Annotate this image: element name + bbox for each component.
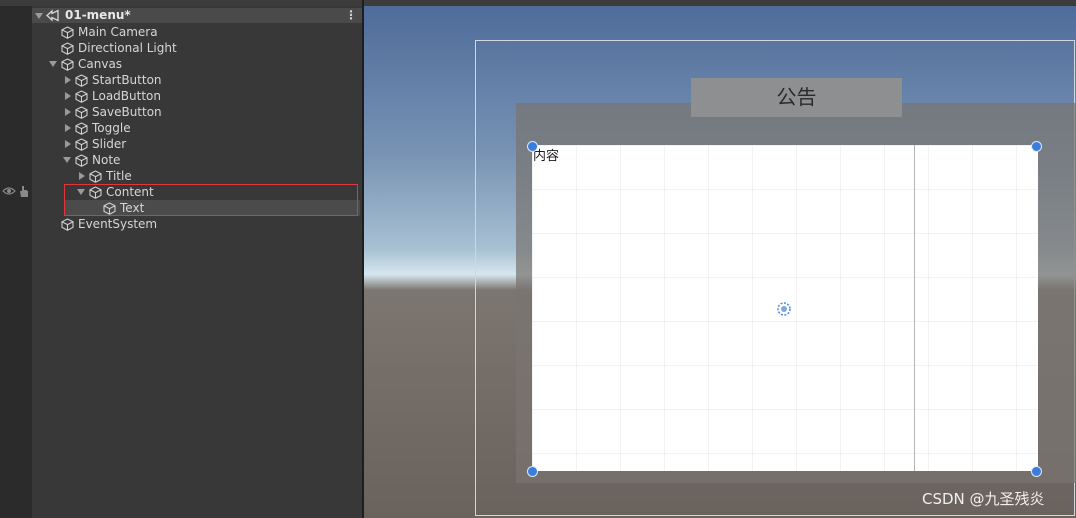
expand-arrow-right-icon[interactable] xyxy=(65,92,71,100)
note-title-text: 公告 xyxy=(776,85,817,109)
watermark: CSDN @九圣残炎 xyxy=(922,490,1045,508)
rect-handle-top-right[interactable] xyxy=(1031,141,1042,152)
content-divider-line xyxy=(914,145,915,471)
expand-arrow-right-icon[interactable] xyxy=(65,108,71,116)
hierarchy-item-label: StartButton xyxy=(92,73,162,87)
expand-arrow-down-icon[interactable] xyxy=(49,61,57,67)
hierarchy-item-eventsystem[interactable]: EventSystem xyxy=(0,216,360,232)
expand-arrow-right-icon[interactable] xyxy=(65,76,71,84)
hierarchy-panel: 01-menu* ⋮ Main Camera Directional Light C… xyxy=(0,0,362,518)
hierarchy-item-label: Main Camera xyxy=(78,25,158,39)
scene-toolbar xyxy=(364,0,1076,6)
rect-handle-bottom-right[interactable] xyxy=(1031,466,1042,477)
hierarchy-item-savebutton[interactable]: SaveButton xyxy=(0,104,360,120)
note-title-box[interactable]: 公告 xyxy=(691,78,902,117)
hierarchy-item-canvas[interactable]: Canvas xyxy=(0,56,360,72)
gameobject-cube-icon xyxy=(61,58,74,71)
hierarchy-item-slider[interactable]: Slider xyxy=(0,136,360,152)
more-options-icon[interactable]: ⋮ xyxy=(345,8,357,23)
rect-handle-bottom-left[interactable] xyxy=(527,466,538,477)
gameobject-cube-icon xyxy=(61,42,74,55)
hierarchy-item-label: Canvas xyxy=(78,57,123,71)
scene-name: 01-menu* xyxy=(65,8,131,22)
gameobject-cube-icon xyxy=(75,90,88,103)
pivot-icon[interactable] xyxy=(775,300,793,318)
scene-expand-icon[interactable] xyxy=(35,13,43,19)
expand-arrow-right-icon[interactable] xyxy=(65,124,71,132)
rect-handle-top-left[interactable] xyxy=(527,141,538,152)
gameobject-cube-icon xyxy=(75,106,88,119)
hierarchy-item-label: Slider xyxy=(92,137,127,151)
unity-scene-icon xyxy=(46,9,59,22)
gameobject-cube-icon xyxy=(89,170,102,183)
expand-arrow-right-icon[interactable] xyxy=(79,172,85,180)
selection-highlight-box xyxy=(64,184,358,216)
gameobject-cube-icon xyxy=(61,218,74,231)
hierarchy-item-directional-light[interactable]: Directional Light xyxy=(0,40,360,56)
hierarchy-item-toggle[interactable]: Toggle xyxy=(0,120,360,136)
expand-arrow-right-icon[interactable] xyxy=(65,140,71,148)
hierarchy-item-main-camera[interactable]: Main Camera xyxy=(0,24,360,40)
hierarchy-item-loadbutton[interactable]: LoadButton xyxy=(0,88,360,104)
expand-arrow-down-icon[interactable] xyxy=(63,157,71,163)
scene-view[interactable]: 公告 内容 CSDN @九圣残炎 xyxy=(364,0,1076,518)
hierarchy-item-title[interactable]: Title xyxy=(0,168,360,184)
hierarchy-toolbar xyxy=(0,0,362,6)
hierarchy-item-label: Toggle xyxy=(92,121,131,135)
gameobject-cube-icon xyxy=(75,122,88,135)
gameobject-cube-icon xyxy=(75,154,88,167)
hierarchy-item-label: Directional Light xyxy=(78,41,177,55)
hierarchy-item-label: SaveButton xyxy=(92,105,162,119)
gameobject-cube-icon xyxy=(61,26,74,39)
hierarchy-item-note[interactable]: Note xyxy=(0,152,360,168)
hierarchy-item-label: Title xyxy=(106,169,132,183)
hierarchy-item-label: Note xyxy=(92,153,121,167)
hierarchy-item-label: LoadButton xyxy=(92,89,161,103)
hierarchy-item-label: EventSystem xyxy=(78,217,158,231)
gameobject-cube-icon xyxy=(75,138,88,151)
gameobject-cube-icon xyxy=(75,74,88,87)
hierarchy-item-startbutton[interactable]: StartButton xyxy=(0,72,360,88)
